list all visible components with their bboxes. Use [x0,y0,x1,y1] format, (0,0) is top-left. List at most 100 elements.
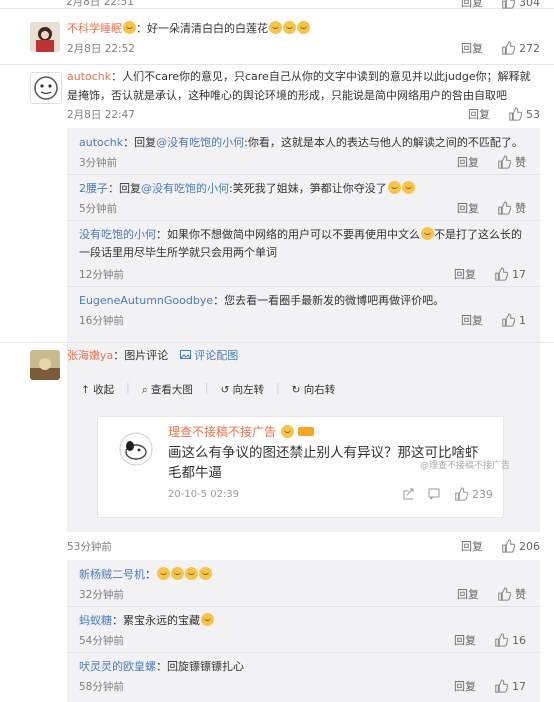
reply-button[interactable]: 回复 [461,40,483,56]
thumb-up-icon [509,107,522,121]
avatar[interactable] [30,72,62,104]
reply-button[interactable]: 回复 [457,586,479,602]
rotate-right-button[interactable]: ↻ 向右转 [292,382,336,397]
reply-button[interactable]: 回复 [454,266,476,282]
emoji-icon [421,227,434,240]
reply-button[interactable]: 回复 [461,312,483,328]
avatar[interactable] [30,350,60,380]
reply-meta: 58分钟前 回复 17 [79,678,526,694]
watermark: @理查不接稿不接广告 [419,461,510,471]
reply-text: :笑死我了姐妹，笋都让你夺没了 [229,182,387,195]
thumb-up-icon [498,201,511,215]
emoji-icon [199,567,212,580]
emoji-icon [283,21,296,34]
collapse-button[interactable]: ↑ 收起 [81,382,114,397]
comment-meta: 2月8日 22:52 回复 272 [67,40,540,56]
avatar-image [34,76,58,100]
comment-text-line: 张海嫩ya：图片评论 评论配图 [67,348,540,364]
reply-button[interactable]: 回复 [461,0,483,10]
username-link[interactable]: 不科学睡眠 [67,22,122,35]
like-label: 赞 [515,202,526,215]
picture-comment-label: 评论配图 [194,349,239,362]
reply-time: 32分钟前 [79,588,124,601]
like-label: 赞 [515,588,526,601]
emoji-icon [269,21,282,34]
like-button[interactable]: 53 [508,107,540,121]
username-link[interactable]: 新杨贼二号机 [79,568,145,581]
picture-comment-link[interactable]: 评论配图 [179,349,239,362]
thumb-up-icon [502,539,515,553]
reply-meta: 12分钟前 回复 17 [79,266,526,282]
comment-time: 2月8日 22:52 [67,42,135,55]
reply-text-line2: 一段话里用尽毕生所学就只会用两个单词 [79,246,277,259]
reply-text: ：您去看一看圈手最新发的微博吧再做评价吧。 [213,294,445,307]
username-link[interactable]: autochk [79,136,123,149]
reply-meta: 3分钟前 回复 赞 [79,154,526,170]
comment-time: 2月8日 22:51 [66,0,134,8]
thumb-up-icon [495,267,508,281]
picture-preview: ↑ 收起 | ⌕ 查看大图 | ↺ 向左转 | ↻ 向右转 理查不接稿不接广告 … [67,372,540,532]
reply-meta: 16分钟前 回复 1 [79,312,526,328]
reply-text-line: 新杨贼二号机： [79,566,526,584]
emoji-icon [280,425,294,438]
emoji-icon [387,181,401,194]
reply-item: 2腰子：回复@没有吃饱的小何:笑死我了姐妹，笋都让你夺没了 5分钟前 回复 赞 [67,174,540,221]
comment-meta: 53分钟前 回复 206 [67,538,540,554]
avatar-image [30,350,60,380]
like-button[interactable]: 17 [494,679,526,693]
username-link[interactable]: 吠灵灵的欧皇螺 [79,660,156,673]
reply-button[interactable]: 回复 [461,538,483,554]
view-large-button[interactable]: ⌕ 查看大图 [142,382,193,397]
like-button[interactable]: 304 [501,0,540,9]
rotate-left-button[interactable]: ↺ 向左转 [220,382,264,397]
avatar-image [30,22,60,52]
reply-text-line: autochk：回复@没有吃饱的小何:你看，这就是本人的表达与他人的解读之间的不… [79,134,526,152]
like-button[interactable]: 16 [494,633,526,647]
emoji-icon [201,613,214,626]
like-button[interactable]: 赞 [497,586,526,602]
comment-text-line: autochk：人们不care你的意见，只care自己从你的文字中读到的意见并以… [67,67,540,105]
comment-time: 2月8日 22:47 [67,108,135,121]
like-button[interactable]: 206 [501,539,540,553]
username-link[interactable]: autochk [67,70,111,83]
username-link[interactable]: 蚂蚁糖 [79,614,112,627]
like-button[interactable]: 272 [501,41,540,55]
reply-prefix: ：回复 [123,136,157,149]
reply-button[interactable]: 回复 [457,200,479,216]
reply-text-line: 吠灵灵的欧皇螺：回旋镖镖镖扎心 [79,658,526,676]
reply-text: ： [145,568,156,581]
mention-link[interactable]: @没有吃饱的小何 [156,136,244,149]
mention-link[interactable]: @没有吃饱的小何 [141,182,229,195]
reply-button[interactable]: 回复 [468,106,490,122]
reply-button[interactable]: 回复 [454,632,476,648]
reply-button[interactable]: 回复 [454,678,476,694]
username-link[interactable]: 张海嫩ya [67,349,113,362]
like-button[interactable]: 1 [501,313,526,327]
reply-item: 没有吃饱的小何：如果你不想做简中网络的用户可以不要再使用中文么 不是打了这么长的一… [67,220,540,287]
thumb-up-icon [495,633,508,647]
comment-item: 张海嫩ya：图片评论 评论配图 ↑ 收起 | ⌕ 查看大图 | ↺ 向左转 | … [0,342,554,702]
embedded-actions: 239 [402,487,493,501]
username-link[interactable]: EugeneAutumnGoodbye [79,294,213,307]
comment-text-line: 不科学睡眠 ：好一朵清清白白的白莲花 [67,20,540,38]
image-icon [179,350,191,359]
reply-item: 吠灵灵的欧皇螺：回旋镖镖镖扎心 58分钟前 回复 17 [67,652,540,702]
avatar[interactable] [30,22,60,52]
username-link[interactable]: 2腰子 [79,182,108,195]
like-button[interactable]: 赞 [497,154,526,170]
like-count: 304 [519,0,540,9]
reply-text: ：回旋镖镖镖扎心 [156,660,244,673]
embedded-likes: 239 [454,487,493,501]
reply-item: 蚂蚁糖：累宝永远的宝藏 54分钟前 回复 16 [67,606,540,653]
reply-time: 3分钟前 [79,156,118,169]
reply-text: ：累宝永远的宝藏 [112,614,200,627]
comment-text: ：好一朵清清白白的白莲花 [136,22,268,35]
like-button[interactable]: 17 [494,267,526,281]
like-count: 1 [519,313,526,327]
username-link[interactable]: 没有吃饱的小何 [79,228,156,241]
like-count: 206 [519,539,540,553]
like-button[interactable]: 赞 [497,200,526,216]
reply-text-line: 蚂蚁糖：累宝永远的宝藏 [79,612,526,630]
reply-button[interactable]: 回复 [457,154,479,170]
emoji-icon [157,567,170,580]
